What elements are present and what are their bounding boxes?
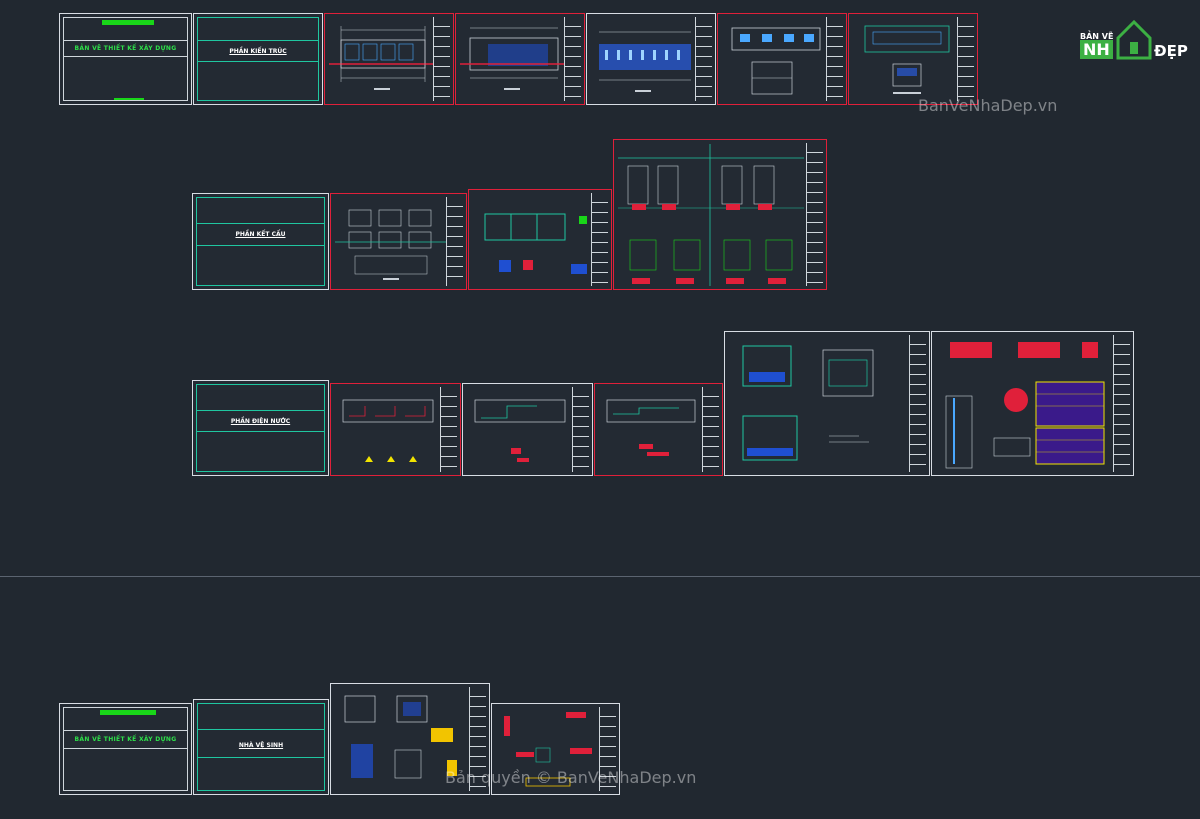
drawing-sheet-drainage[interactable] [594, 383, 723, 476]
green-title-bar [102, 20, 154, 25]
drawing-sheet-section[interactable] [848, 13, 978, 105]
section-sheet-structure[interactable]: PHẦN KẾT CẤU [192, 193, 329, 290]
cover-title: BẢN VẼ THIẾT KẾ XÂY DỰNG [74, 45, 177, 52]
section-title: PHẦN ĐIỆN NƯỚC [230, 418, 291, 425]
title-block [564, 17, 581, 101]
tank-schedule-drawing [945, 342, 1105, 469]
section-frame: PHẦN KIẾN TRÚC [197, 17, 319, 101]
divider [198, 61, 318, 62]
water-supply-drawing [474, 399, 566, 462]
drawing-sheet-layout-plan[interactable] [455, 13, 585, 105]
section-frame: PHẦN ĐIỆN NƯỚC [196, 384, 325, 472]
cover-frame: BẢN VẼ THIẾT KẾ XÂY DỰNG [63, 707, 188, 791]
cover-sheet-row4[interactable]: BẢN VẼ THIẾT KẾ XÂY DỰNG [59, 703, 192, 795]
divider [64, 748, 187, 749]
drawing-sheet-foundation-plan[interactable] [330, 193, 467, 290]
drainage-drawing [606, 399, 696, 456]
drawing-sheet-water-supply[interactable] [462, 383, 593, 476]
title-block [446, 197, 463, 286]
section-sheet-mep[interactable]: PHẦN ĐIỆN NƯỚC [192, 380, 329, 476]
section-sheet-toilet[interactable]: NHÀ VỆ SINH [193, 699, 329, 795]
title-block [957, 17, 974, 101]
green-title-bar [100, 710, 156, 715]
drawing-sheet-tank-schedule[interactable] [931, 331, 1134, 476]
floor-plan-drawing [329, 26, 433, 90]
drawing-sheet-floor-plan[interactable] [324, 13, 454, 105]
divider [197, 410, 324, 411]
divider [198, 729, 324, 730]
logo-left-text: NH [1080, 40, 1113, 59]
divider [197, 223, 324, 224]
title-block [1113, 335, 1130, 472]
title-block [440, 387, 457, 472]
title-block [591, 193, 608, 286]
title-block [433, 17, 450, 101]
layout-separator-line [0, 576, 1200, 577]
title-block [702, 387, 719, 472]
septic-tank-drawing [742, 345, 874, 461]
elevation-drawing [731, 27, 821, 95]
cover-title: BẢN VẼ THIẾT KẾ XÂY DỰNG [74, 736, 177, 743]
section-title: NHÀ VỆ SINH [238, 742, 284, 749]
divider [198, 757, 324, 758]
green-bottom-bar [114, 98, 144, 100]
drawing-sheet-beam-plan[interactable] [468, 189, 612, 290]
section-title: PHẦN KIẾN TRÚC [229, 48, 287, 55]
divider [64, 730, 187, 731]
divider [197, 245, 324, 246]
title-block [826, 17, 843, 101]
section-title: PHẦN KẾT CẤU [235, 231, 286, 238]
section-frame: NHÀ VỆ SINH [197, 703, 325, 791]
site-watermark: BanVeNhaDep.vn [918, 96, 1058, 115]
logo-right-text: ĐẸP [1154, 42, 1188, 60]
site-logo: BẢN VẼ NH ĐẸP [1078, 12, 1190, 64]
cover-sheet-row1[interactable]: BẢN VẼ THIẾT KẾ XÂY DỰNG [59, 13, 192, 105]
title-block [806, 143, 823, 286]
drawing-sheet-column-details[interactable] [613, 139, 827, 290]
drawing-sheet-elevation[interactable] [717, 13, 847, 105]
column-details-drawing [618, 144, 804, 286]
beam-plan-drawing [484, 213, 587, 274]
section-drawing [864, 25, 950, 94]
section-frame: PHẦN KẾT CẤU [196, 197, 325, 286]
section-sheet-architecture[interactable]: PHẦN KIẾN TRÚC [193, 13, 323, 105]
title-block [909, 335, 926, 472]
drawing-sheet-electrical-plan[interactable] [330, 383, 461, 476]
title-block [695, 17, 712, 101]
ceiling-plan-drawing [599, 31, 691, 92]
drawing-sheet-septic-tank[interactable] [724, 331, 930, 476]
divider [64, 56, 187, 57]
electrical-plan-drawing [342, 399, 434, 462]
divider [198, 40, 318, 41]
title-block [572, 387, 589, 472]
cover-frame: BẢN VẼ THIẾT KẾ XÂY DỰNG [63, 17, 188, 101]
copyright-watermark: Bản quyền © BanVeNhaDep.vn [445, 768, 697, 787]
drawing-sheet-ceiling-plan[interactable] [586, 13, 716, 105]
foundation-plan-drawing [335, 209, 447, 280]
divider [197, 431, 324, 432]
layout-plan-drawing [460, 27, 564, 90]
divider [64, 40, 187, 41]
